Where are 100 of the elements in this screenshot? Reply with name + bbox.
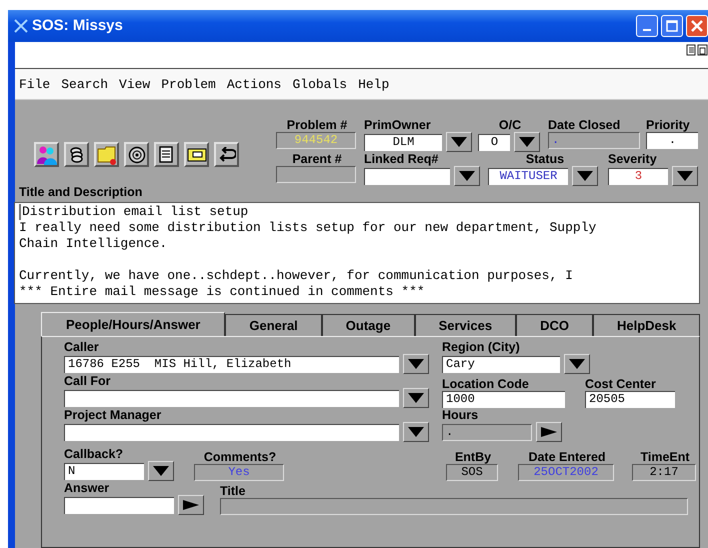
- disc-icon: [128, 146, 146, 164]
- section-label: Title and Description: [18, 185, 144, 199]
- menu-item[interactable]: Problem: [161, 76, 216, 92]
- input-field[interactable]: 3: [608, 168, 668, 184]
- dropdown-button[interactable]: [446, 132, 472, 152]
- input-field[interactable]: WAITUSER: [488, 168, 568, 184]
- field-label: Linked Req#: [364, 152, 440, 166]
- input-field[interactable]: .: [646, 132, 698, 149]
- input-field[interactable]: [276, 166, 356, 183]
- window-title: SOS: Missys: [32, 17, 123, 34]
- input-field[interactable]: O: [478, 134, 510, 150]
- field-label: PrimOwner: [364, 118, 432, 132]
- input-field[interactable]: [64, 390, 399, 406]
- text-cursor: [19, 204, 21, 220]
- tab[interactable]: People/Hours/Answer: [41, 312, 226, 336]
- field-label: Location Code: [442, 377, 530, 391]
- field-label: Call For: [64, 374, 112, 388]
- maximize-button[interactable]: [661, 14, 683, 37]
- caret-icon: [569, 359, 585, 369]
- tab[interactable]: HelpDesk: [592, 314, 700, 336]
- right-arrow-icon: [183, 500, 199, 510]
- description-textarea[interactable]: [14, 202, 700, 304]
- people-icon: [36, 144, 56, 164]
- input-field[interactable]: .: [442, 424, 532, 440]
- minimize-icon: [643, 28, 651, 31]
- right-arrow-icon: [541, 427, 557, 437]
- input-field[interactable]: 16786 E255 MIS Hill, Elizabeth: [64, 356, 399, 372]
- caret-icon: [408, 393, 424, 403]
- close-icon: [691, 20, 703, 32]
- x-logo-icon: [14, 18, 28, 33]
- field-label: Comments?: [202, 450, 278, 464]
- field-label: Answer: [64, 481, 110, 495]
- input-field[interactable]: DLM: [364, 134, 442, 150]
- input-field[interactable]: 20505: [585, 391, 675, 408]
- menu-item[interactable]: View: [119, 76, 150, 92]
- field-label: Date Entered: [527, 450, 607, 464]
- input-field[interactable]: [364, 168, 450, 184]
- menu-item[interactable]: Search: [61, 76, 108, 92]
- arrow-button[interactable]: [536, 422, 562, 442]
- dropdown-button[interactable]: [403, 422, 429, 442]
- dropdown-button[interactable]: [672, 166, 698, 186]
- dropdown-button[interactable]: [403, 354, 429, 374]
- caret-icon: [677, 171, 693, 181]
- toolbar-button[interactable]: [124, 142, 149, 167]
- document-icon: [158, 146, 176, 164]
- menu-item[interactable]: Actions: [226, 76, 282, 92]
- folder-icon: [96, 144, 116, 164]
- dropdown-button[interactable]: [148, 461, 174, 481]
- dropdown-button[interactable]: [572, 166, 598, 186]
- toolbar-button[interactable]: [154, 142, 179, 167]
- text-line: I really need some distribution lists setup for our new department, Supply: [19, 220, 596, 236]
- menu-item[interactable]: Help: [358, 76, 390, 92]
- caret-icon: [519, 137, 535, 147]
- input-field[interactable]: Cary: [442, 356, 560, 372]
- field-label: O/C: [498, 118, 522, 132]
- field-label: Callback?: [64, 447, 124, 461]
- caret-icon: [451, 137, 467, 147]
- input-field[interactable]: [64, 424, 399, 440]
- field-label: Problem #: [286, 118, 348, 132]
- toolbar-button[interactable]: [64, 142, 89, 167]
- coins-icon: [68, 146, 86, 164]
- toolbar-button[interactable]: [214, 142, 239, 167]
- dropdown-button[interactable]: [514, 132, 540, 152]
- menu-item[interactable]: File: [19, 76, 50, 92]
- maximize-icon: [666, 20, 678, 32]
- dropdown-button[interactable]: [454, 166, 480, 186]
- tab[interactable]: Outage: [322, 314, 415, 336]
- input-field[interactable]: 2:17: [632, 464, 696, 481]
- text-line: Distribution email list setup: [22, 204, 248, 220]
- input-field[interactable]: SOS: [446, 464, 498, 481]
- envelope-icon: [186, 146, 206, 162]
- input-field[interactable]: [220, 498, 688, 515]
- toolbar-button[interactable]: [184, 142, 209, 167]
- menu-item[interactable]: Globals: [292, 76, 348, 92]
- field-label: Cost Center: [585, 377, 657, 391]
- cascade-icon: [686, 44, 708, 56]
- dropdown-button[interactable]: [403, 388, 429, 408]
- caret-icon: [153, 466, 169, 476]
- text-line: *** Entire mail message is continued in comments ***: [19, 284, 425, 300]
- caret-icon: [408, 359, 424, 369]
- caret-icon: [577, 171, 593, 181]
- undo-arrow-icon: [218, 146, 236, 162]
- input-field[interactable]: [64, 496, 174, 514]
- input-field[interactable]: N: [64, 462, 144, 480]
- tab[interactable]: Services: [414, 314, 516, 336]
- caret-icon: [408, 427, 424, 437]
- text-line: Currently, we have one..schdept..however, for communication purposes, I: [19, 268, 573, 284]
- dropdown-button[interactable]: [564, 354, 590, 374]
- field-label: Priority: [646, 118, 691, 132]
- text-line: Chain Intelligence.: [19, 236, 168, 252]
- field-label: Date Closed: [548, 118, 622, 132]
- arrow-button[interactable]: [178, 495, 204, 515]
- minimize-button[interactable]: [636, 14, 658, 37]
- field-label: TimeEnt: [639, 450, 691, 464]
- caret-icon: [459, 171, 475, 181]
- field-label: Title: [220, 484, 246, 498]
- tab[interactable]: DCO: [516, 314, 593, 336]
- tab[interactable]: General: [225, 314, 322, 336]
- close-button[interactable]: [686, 14, 708, 37]
- input-field[interactable]: 1000: [442, 391, 565, 408]
